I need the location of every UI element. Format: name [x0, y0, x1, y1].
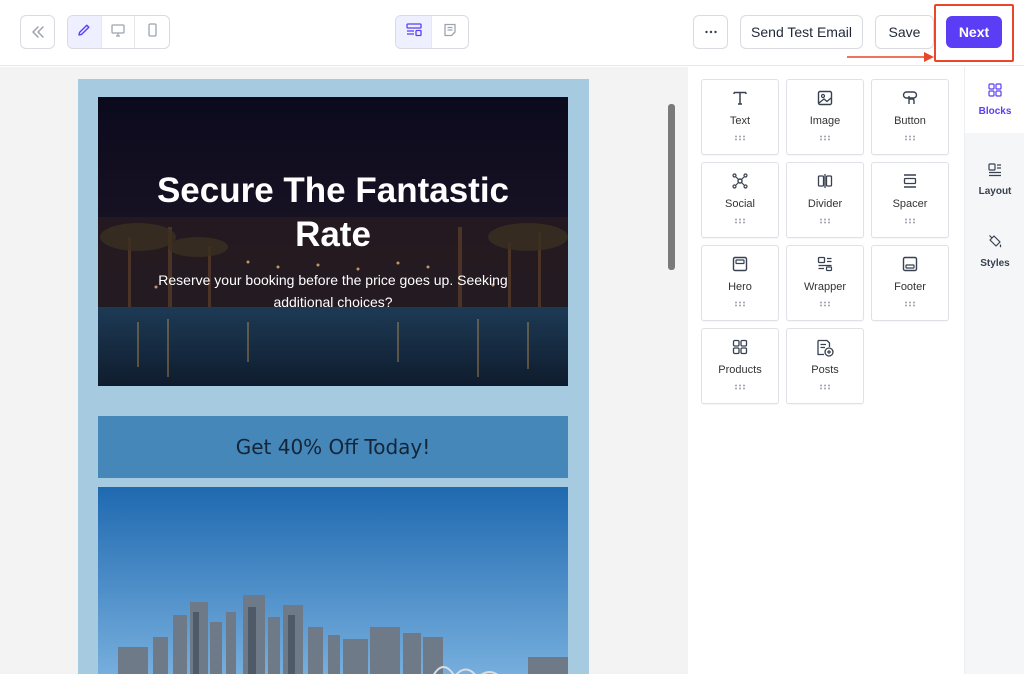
image-icon	[787, 89, 863, 107]
layout-builder-icon	[405, 22, 423, 43]
block-label: Divider	[807, 198, 843, 210]
code-mode-button[interactable]	[432, 16, 468, 48]
city-image[interactable]	[98, 487, 568, 674]
block-image[interactable]: Image	[786, 79, 864, 155]
mobile-preview-button[interactable]	[135, 16, 169, 48]
drag-handle-icon	[905, 135, 915, 141]
block-text[interactable]: Text	[701, 79, 779, 155]
editor-mode-switch	[395, 15, 469, 49]
save-label: Save	[888, 24, 921, 40]
block-hero[interactable]: Hero	[701, 245, 779, 321]
divider-icon	[787, 172, 863, 190]
posts-icon	[787, 338, 863, 358]
drag-handle-icon	[905, 301, 915, 307]
spacer-icon	[872, 172, 948, 190]
block-label: Wrapper	[804, 281, 846, 293]
layout-icon	[988, 163, 1002, 182]
hero-title: Secure The Fantastic Rate	[156, 171, 510, 254]
block-wrapper[interactable]: Wrapper	[786, 245, 864, 321]
mobile-icon	[144, 22, 160, 43]
more-horizontal-icon	[703, 24, 719, 40]
arrow-right-icon	[847, 52, 934, 62]
block-social[interactable]: Social	[701, 162, 779, 238]
drag-handle-icon	[820, 301, 830, 307]
next-button[interactable]: Next	[946, 16, 1002, 48]
block-spacer[interactable]: Spacer	[871, 162, 949, 238]
tab-layout[interactable]: Layout	[965, 147, 1024, 213]
footer-icon	[872, 255, 948, 273]
tab-layout-label: Layout	[978, 186, 1012, 197]
block-footer[interactable]: Footer	[871, 245, 949, 321]
block-products[interactable]: Products	[701, 328, 779, 404]
double-chevron-left-icon	[30, 24, 46, 40]
drag-handle-icon	[735, 135, 745, 141]
drag-handle-icon	[820, 218, 830, 224]
desktop-preview-button[interactable]	[102, 16, 136, 48]
drag-handle-icon	[820, 135, 830, 141]
tab-styles-label: Styles	[980, 257, 1010, 269]
drag-handle-icon	[820, 384, 830, 390]
desktop-icon	[110, 22, 126, 43]
edit-mode-button[interactable]	[68, 16, 102, 48]
block-posts[interactable]: Posts	[786, 328, 864, 404]
more-options-button[interactable]	[693, 15, 728, 49]
text-icon	[702, 89, 778, 107]
drag-handle-icon	[735, 218, 745, 224]
drag-handle-icon	[735, 384, 745, 390]
block-label: Spacer	[892, 198, 928, 210]
send-test-email-button[interactable]: Send Test Email	[740, 15, 863, 49]
block-label: Footer	[894, 281, 926, 293]
send-test-email-label: Send Test Email	[751, 24, 852, 40]
save-button[interactable]: Save	[875, 15, 934, 49]
tab-styles[interactable]: Styles	[965, 218, 1024, 284]
top-toolbar: Send Test Email Save Next	[0, 0, 1024, 66]
drag-handle-icon	[905, 218, 915, 224]
hero-subtitle: Reserve your booking before the price go…	[158, 272, 508, 310]
promo-text: Get 40% Off Today!	[235, 435, 431, 459]
button-icon	[872, 89, 948, 107]
builder-mode-button[interactable]	[396, 16, 433, 48]
block-label: Social	[725, 198, 755, 210]
collapse-sidebar-button[interactable]	[20, 15, 55, 49]
drag-handle-icon	[735, 301, 745, 307]
block-label: Products	[718, 364, 762, 376]
tab-blocks[interactable]: Blocks	[965, 67, 1024, 133]
products-icon	[702, 338, 778, 356]
paint-bucket-icon	[988, 234, 1003, 254]
block-label: Hero	[728, 281, 752, 293]
hero-icon	[702, 255, 778, 273]
hero-section[interactable]: Secure The Fantastic Rate Reserve your b…	[98, 97, 568, 386]
block-label: Text	[729, 115, 751, 127]
wrapper-icon	[787, 255, 863, 273]
blocks-panel: Text Image Button Social Divider Spacer …	[688, 67, 964, 674]
block-divider[interactable]: Divider	[786, 162, 864, 238]
block-label: Posts	[811, 364, 839, 376]
tab-blocks-label: Blocks	[978, 106, 1012, 117]
view-mode-switch	[67, 15, 170, 49]
block-label: Image	[809, 115, 841, 127]
email-preview: Secure The Fantastic Rate Reserve your b…	[78, 79, 589, 674]
blocks-grid-icon	[988, 83, 1002, 102]
pencil-icon	[76, 22, 92, 43]
canvas-scrollbar[interactable]	[668, 104, 675, 270]
promo-banner[interactable]: Get 40% Off Today!	[98, 416, 568, 478]
email-canvas: Secure The Fantastic Rate Reserve your b…	[0, 67, 688, 674]
social-icon	[702, 172, 778, 190]
block-label: Button	[894, 115, 926, 127]
block-button[interactable]: Button	[871, 79, 949, 155]
notes-icon	[442, 22, 458, 43]
city-skyline-image	[98, 487, 568, 674]
side-tabs: Blocks Layout Styles	[964, 67, 1024, 674]
